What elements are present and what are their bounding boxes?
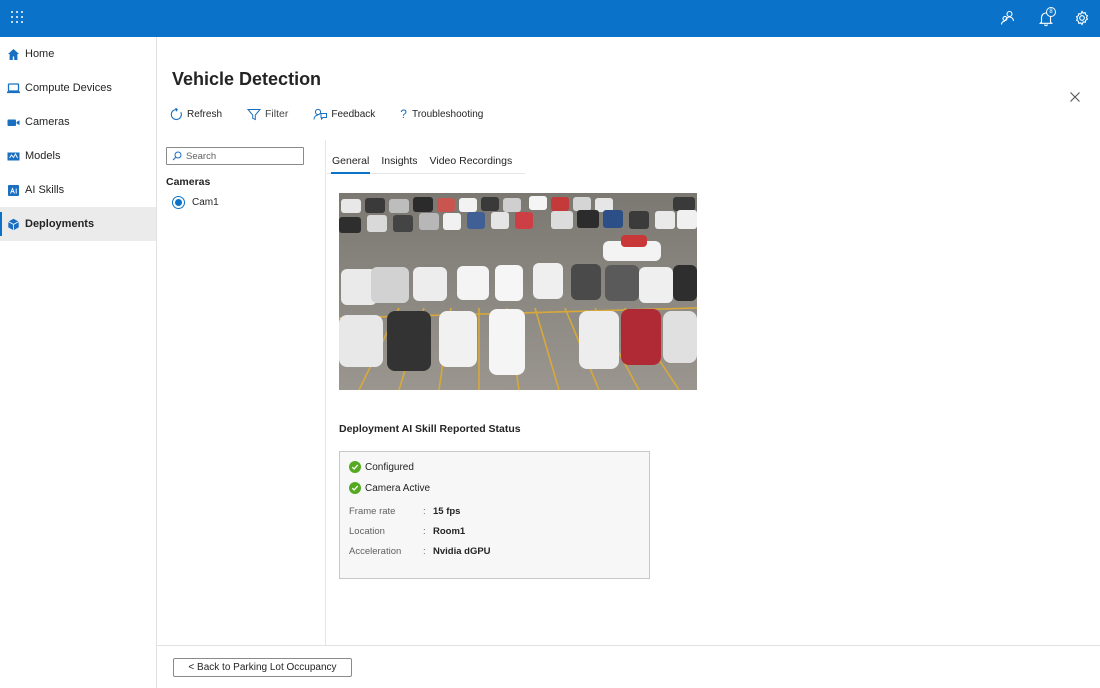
- status-configured: Configured: [349, 461, 414, 473]
- status-label: Configured: [365, 461, 414, 473]
- location-row: Location : Room1: [349, 526, 465, 537]
- nav-item-compute-devices[interactable]: Compute Devices: [0, 71, 156, 105]
- status-panel: Configured Camera Active Frame rate : 15…: [339, 451, 650, 579]
- vertical-divider: [325, 140, 326, 645]
- camera-label: Cam1: [192, 197, 219, 208]
- nav-item-cameras[interactable]: Cameras: [0, 105, 156, 139]
- tab-general[interactable]: General: [327, 149, 374, 174]
- nav-label: Compute Devices: [25, 82, 112, 94]
- nav-item-deployments[interactable]: Deployments: [0, 207, 156, 241]
- nav-label: Deployments: [25, 218, 95, 230]
- page-title: Vehicle Detection: [172, 69, 322, 89]
- troubleshooting-label: Troubleshooting: [411, 108, 484, 120]
- cameras-heading: Cameras: [166, 176, 211, 188]
- troubleshooting-button[interactable]: ? Troubleshooting: [400, 107, 483, 121]
- property-value: Room1: [433, 526, 466, 537]
- laptop-icon: [7, 82, 20, 95]
- back-button[interactable]: < Back to Parking Lot Occupancy: [173, 658, 352, 677]
- acceleration-row: Acceleration : Nvidia dGPU: [349, 546, 491, 557]
- footer: < Back to Parking Lot Occupancy: [157, 645, 1100, 688]
- checkmark-icon: [349, 461, 361, 473]
- tab-insights[interactable]: Insights: [376, 149, 422, 173]
- search-icon: [172, 151, 182, 161]
- refresh-button[interactable]: Refresh: [170, 107, 223, 121]
- camera-icon: [7, 116, 20, 129]
- nav-item-models[interactable]: Models: [0, 139, 156, 173]
- property-key: Location: [349, 526, 385, 537]
- radio-button[interactable]: [172, 196, 185, 209]
- camera-snapshot-image: [339, 193, 697, 390]
- notification-badge: 8: [1046, 7, 1056, 17]
- refresh-icon: [170, 107, 182, 120]
- property-key: Frame rate: [349, 506, 396, 517]
- checkmark-icon: [349, 482, 361, 494]
- property-key: Acceleration: [349, 546, 402, 557]
- filter-icon: [247, 108, 262, 120]
- cube-icon: [7, 218, 20, 231]
- tab-bar: General Insights Video Recordings: [327, 149, 526, 174]
- refresh-label: Refresh: [187, 108, 223, 120]
- question-icon: ?: [400, 107, 407, 121]
- top-bar: 8: [0, 0, 1100, 37]
- property-separator: :: [423, 526, 426, 537]
- left-nav: Home Compute Devices Cameras Models AI S…: [0, 37, 157, 688]
- ai-skill-icon: [7, 184, 20, 197]
- property-separator: :: [423, 506, 426, 517]
- nav-label: Cameras: [25, 116, 70, 128]
- status-heading: Deployment AI Skill Reported Status: [339, 423, 521, 435]
- model-icon: [7, 150, 20, 163]
- tab-video-recordings[interactable]: Video Recordings: [425, 149, 518, 173]
- feedback-icon: [313, 108, 328, 121]
- nav-label: Models: [25, 150, 61, 162]
- frame-rate-row: Frame rate : 15 fps: [349, 506, 460, 517]
- feedback-label: Feedback: [331, 108, 376, 120]
- filter-label: Filter: [265, 108, 289, 120]
- search-input[interactable]: [186, 150, 296, 162]
- property-value: 15 fps: [433, 506, 461, 517]
- nav-item-home[interactable]: Home: [0, 37, 156, 71]
- nav-label: AI Skills: [25, 184, 65, 196]
- property-separator: :: [423, 546, 426, 557]
- people-icon[interactable]: [999, 9, 1017, 27]
- search-box[interactable]: [166, 147, 304, 165]
- filter-button[interactable]: Filter: [247, 108, 288, 121]
- gear-icon[interactable]: [1073, 9, 1091, 27]
- nav-label: Home: [25, 48, 55, 60]
- property-value: Nvidia dGPU: [433, 546, 491, 557]
- close-icon[interactable]: [1069, 90, 1081, 102]
- feedback-button[interactable]: Feedback: [313, 107, 375, 121]
- nav-item-ai-skills[interactable]: AI Skills: [0, 173, 156, 207]
- status-label: Camera Active: [365, 482, 431, 494]
- toolbar: Refresh Filter Feedback ? Troubleshootin…: [170, 106, 508, 122]
- status-camera-active: Camera Active: [349, 482, 430, 494]
- waffle-icon[interactable]: [11, 11, 25, 25]
- main-panel: Vehicle Detection Refresh Filter Feedbac…: [157, 37, 1100, 688]
- bell-icon[interactable]: 8: [1037, 7, 1056, 27]
- camera-option-cam1[interactable]: Cam1: [172, 196, 219, 209]
- home-icon: [7, 48, 20, 61]
